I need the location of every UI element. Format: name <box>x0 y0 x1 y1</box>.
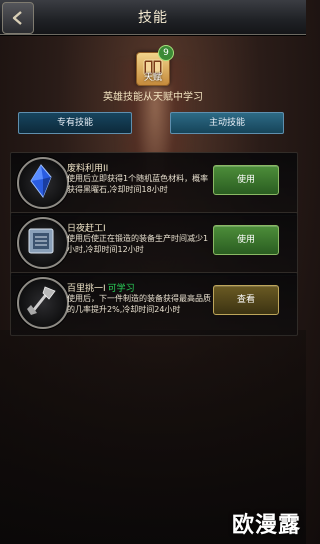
view-button[interactable]: 查看 <box>213 285 279 315</box>
watermark: 欧漫露 <box>231 513 301 538</box>
tab-exclusive-skills[interactable]: 专有技能 <box>18 112 132 134</box>
use-button[interactable]: 使用 <box>213 225 279 255</box>
axe-icon <box>17 277 69 329</box>
tab-active-skills[interactable]: 主动技能 <box>170 112 284 134</box>
talent-subtitle: 英雄技能从天赋中学习 <box>103 92 203 103</box>
skill-panel-one-in-hundred: 百里挑一I 可学习 使用后，下一件制造的装备获得最高品质的几率提升2%,冷却时间2… <box>10 272 298 336</box>
page-title: 技能 <box>138 10 168 26</box>
skill-description: 使用后立即获得1个随机蓝色材料，概率获得黑曜石,冷却时间18小时 <box>67 174 209 194</box>
skill-description: 使用后，下一件制造的装备获得最高品质的几率提升2%,冷却时间24小时 <box>67 294 211 314</box>
skill-panel-scrap-recycle: 废料利用II 使用后立即获得1个随机蓝色材料，概率获得黑曜石,冷却时间18小时 … <box>10 152 298 216</box>
crystal-icon <box>17 157 69 209</box>
use-button[interactable]: 使用 <box>213 165 279 195</box>
skill-description: 使用后使正在锻造的装备生产时间减少1小时,冷却时间12小时 <box>67 234 209 254</box>
top-bar: 技能 <box>0 0 306 35</box>
talent-label: 天赋 <box>143 73 162 83</box>
talent-badge: 9 <box>158 45 174 61</box>
scroll-icon <box>17 217 69 269</box>
skill-panel-day-night-work: 日夜赶工I 使用后使正在锻造的装备生产时间减少1小时,冷却时间12小时 使用 <box>10 212 298 276</box>
